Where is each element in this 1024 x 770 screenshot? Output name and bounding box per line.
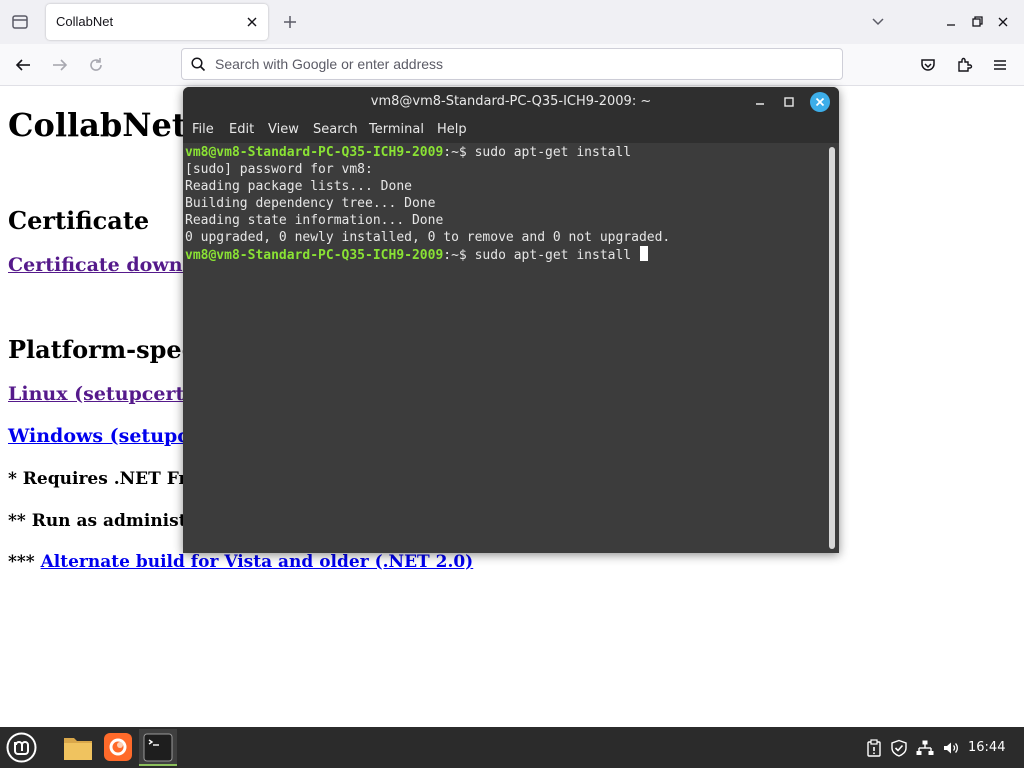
hamburger-menu-icon[interactable] [991, 56, 1009, 74]
search-icon [191, 57, 206, 72]
terminal-line: [sudo] password for vm8: [185, 162, 373, 177]
browser-tab-bar: CollabNet [0, 0, 1024, 44]
prompt-suffix: :~$ [443, 248, 475, 263]
terminal-menubar: File Edit View Search Terminal Help [183, 117, 839, 143]
reload-icon[interactable] [87, 56, 105, 74]
prompt-user: vm8@vm8-Standard-PC-Q35-ICH9-2009 [185, 145, 444, 160]
terminal-output[interactable]: vm8@vm8-Standard-PC-Q35-ICH9-2009:~$ sud… [183, 143, 839, 553]
url-input[interactable] [215, 54, 815, 74]
terminal-titlebar[interactable]: vm8@vm8-Standard-PC-Q35-ICH9-2009: ~ [183, 87, 839, 117]
terminal-line: Reading state information... Done [185, 213, 444, 228]
terminal-title: vm8@vm8-Standard-PC-Q35-ICH9-2009: ~ [370, 94, 652, 109]
files-taskbar-button[interactable] [59, 729, 97, 766]
certificate-heading: Certificate [8, 206, 150, 235]
page-title: CollabNet [8, 106, 187, 144]
menu-edit[interactable]: Edit [229, 122, 254, 137]
terminal-line: 0 upgraded, 0 newly installed, 0 to remo… [185, 230, 671, 245]
terminal-close-icon [815, 97, 825, 107]
menu-view[interactable]: View [268, 122, 299, 137]
command-text: sudo apt-get install [474, 145, 632, 160]
menu-icon[interactable] [5, 731, 38, 764]
files-icon [64, 738, 92, 760]
menu-search[interactable]: Search [313, 122, 358, 137]
alternate-build-link[interactable]: Alternate build for Vista and older (.NE… [41, 552, 474, 572]
tab-title: CollabNet [56, 14, 114, 29]
command-text: sudo apt-get install [474, 248, 639, 263]
prompt-suffix: :~$ [443, 145, 475, 160]
shield-icon[interactable] [890, 739, 908, 757]
new-tab-icon[interactable] [281, 13, 299, 31]
network-icon[interactable] [916, 739, 934, 757]
terminal-scrollbar[interactable] [829, 147, 835, 549]
terminal-close-button[interactable] [810, 92, 830, 112]
menu-file[interactable]: File [192, 122, 214, 137]
minimize-icon[interactable] [944, 15, 958, 29]
terminal-minimize-icon[interactable] [752, 94, 768, 110]
clock[interactable]: 16:44 [968, 740, 1005, 755]
terminal-icon [143, 733, 173, 762]
text-cursor [639, 246, 648, 261]
alternate-build-note: *** Alternate build for Vista and older … [8, 552, 473, 572]
terminal-line: vm8@vm8-Standard-PC-Q35-ICH9-2009:~$ sud… [185, 144, 631, 161]
terminal-maximize-icon[interactable] [781, 94, 797, 110]
windows-link[interactable]: Windows (setupc [8, 425, 189, 447]
terminal-line: vm8@vm8-Standard-PC-Q35-ICH9-2009:~$ sud… [185, 246, 648, 264]
browser-nav-bar [0, 44, 1024, 86]
terminal-line: Building dependency tree... Done [185, 196, 436, 211]
terminal-line: Reading package lists... Done [185, 179, 412, 194]
forward-arrow-icon[interactable] [51, 56, 69, 74]
taskbar: 16:44 [0, 727, 1024, 768]
requires-note: * Requires .NET Fra [8, 469, 199, 489]
back-arrow-icon[interactable] [14, 56, 32, 74]
tab-close-icon[interactable] [244, 14, 260, 30]
restore-icon[interactable] [970, 15, 984, 29]
pocket-icon[interactable] [919, 56, 937, 74]
firefox-taskbar-button[interactable] [99, 729, 137, 766]
menu-help[interactable]: Help [437, 122, 467, 137]
address-bar[interactable] [181, 48, 843, 80]
note-prefix: *** [8, 552, 35, 572]
platform-heading: Platform-spec [8, 335, 197, 364]
terminal-window[interactable]: vm8@vm8-Standard-PC-Q35-ICH9-2009: ~ Fil… [183, 87, 839, 553]
window-close-icon[interactable] [996, 15, 1010, 29]
chevron-down-icon[interactable] [870, 14, 886, 30]
linux-link[interactable]: Linux (setupcert [8, 383, 184, 405]
terminal-taskbar-button[interactable] [139, 729, 177, 766]
clipboard-icon[interactable] [865, 739, 883, 757]
admin-note: ** Run as administr [8, 511, 196, 531]
extensions-icon[interactable] [955, 56, 973, 74]
firefox-view-icon[interactable] [10, 12, 30, 32]
menu-terminal[interactable]: Terminal [369, 122, 424, 137]
browser-tab[interactable]: CollabNet [46, 4, 268, 40]
volume-icon[interactable] [942, 739, 960, 757]
firefox-icon [104, 733, 132, 761]
certificate-download-link[interactable]: Certificate downl [8, 254, 190, 276]
prompt-user: vm8@vm8-Standard-PC-Q35-ICH9-2009 [185, 248, 444, 263]
